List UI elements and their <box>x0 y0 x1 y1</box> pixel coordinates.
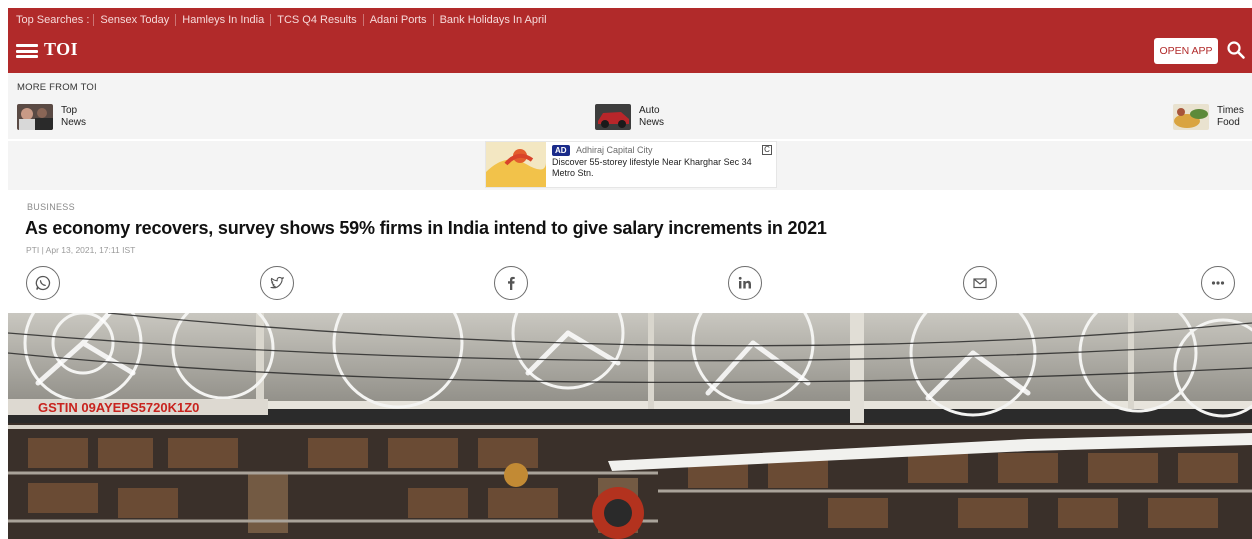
ad-text: Discover 55-storey lifestyle Near Khargh… <box>552 157 752 178</box>
ad-strip: AD Adhiraj Capital City C Discover 55-st… <box>8 140 1252 190</box>
ad-source: Adhiraj Capital City <box>576 145 653 155</box>
top-search-link[interactable]: Sensex Today <box>93 14 175 26</box>
whatsapp-icon[interactable] <box>26 266 60 300</box>
more-item-label: Times Food <box>1217 105 1244 128</box>
auto-news-thumbnail <box>595 104 631 130</box>
article-headline: As economy recovers, survey shows 59% fi… <box>25 218 827 238</box>
more-icon[interactable] <box>1201 266 1235 300</box>
top-searches-label: Top Searches : <box>16 14 90 26</box>
top-search-link[interactable]: Adani Ports <box>362 14 433 26</box>
more-from-title: MORE FROM TOI <box>17 82 97 93</box>
top-search-link[interactable]: Bank Holidays In April <box>432 14 553 26</box>
more-item-label: Auto News <box>639 105 665 128</box>
search-icon[interactable] <box>1226 40 1246 60</box>
site-logo[interactable]: TOI <box>44 39 78 60</box>
top-search-link[interactable]: TCS Q4 Results <box>270 14 362 26</box>
more-item-label: Top News <box>61 105 87 128</box>
linkedin-icon[interactable] <box>728 266 762 300</box>
hamburger-icon[interactable] <box>16 44 38 58</box>
ad-badge: AD <box>552 145 570 156</box>
times-food-thumbnail <box>1173 104 1209 130</box>
hero-gstin-sign: GSTIN 09AYEPS5720K1Z0 <box>38 400 199 415</box>
top-searches-bar: Top Searches : Sensex Today Hamleys In I… <box>16 12 553 28</box>
page: Top Searches : Sensex Today Hamleys In I… <box>0 0 1252 539</box>
ad-image <box>486 142 546 187</box>
section-label[interactable]: BUSINESS <box>27 202 75 212</box>
article-hero-image: GSTIN 09AYEPS5720K1Z0 <box>8 313 1252 539</box>
top-news-thumbnail <box>17 104 53 130</box>
article-byline: PTI | Apr 13, 2021, 17:11 IST <box>26 245 136 255</box>
more-item-auto-news[interactable]: Auto News <box>595 102 664 132</box>
facebook-icon[interactable] <box>494 266 528 300</box>
site-header: Top Searches : Sensex Today Hamleys In I… <box>8 8 1252 73</box>
open-app-button[interactable]: OPEN APP <box>1154 38 1218 64</box>
adchoices-icon[interactable]: C <box>762 145 772 155</box>
twitter-icon[interactable] <box>260 266 294 300</box>
sponsored-ad[interactable]: AD Adhiraj Capital City C Discover 55-st… <box>485 141 777 188</box>
more-item-times-food[interactable]: Times Food <box>1173 102 1244 132</box>
more-from-toi: MORE FROM TOI Top News Auto News Times F… <box>8 73 1252 139</box>
more-item-top-news[interactable]: Top News <box>17 102 86 132</box>
mail-icon[interactable] <box>963 266 997 300</box>
top-search-link[interactable]: Hamleys In India <box>175 14 270 26</box>
